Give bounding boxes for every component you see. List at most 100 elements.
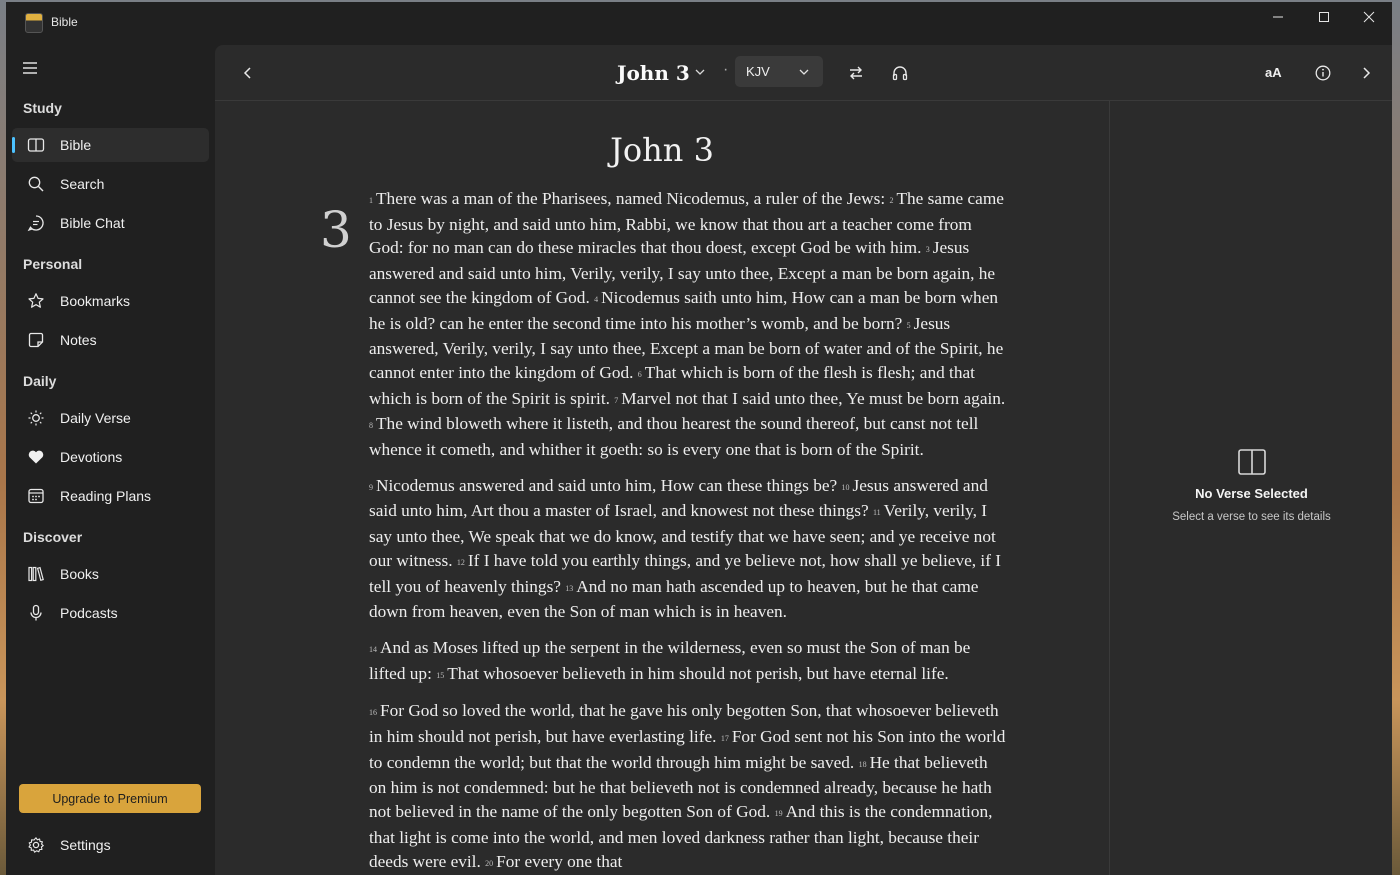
verse-number: 16 [369,708,377,718]
paragraph: 16 For God so loved the world, that he ga… [369,699,1007,875]
verse[interactable]: 15 That whosoever believeth in him should… [436,664,949,683]
minimize-button[interactable] [1255,2,1301,32]
minimize-icon [1273,16,1283,18]
title-bar: Bible [6,2,1392,42]
sidebar-item-label: Search [60,176,105,192]
paragraph: 1 There was a man of the Pharisees, named… [369,187,1007,462]
section-discover: Discover [23,529,83,545]
sidebar-item-label: Notes [60,332,97,348]
upgrade-premium-button[interactable]: Upgrade to Premium [19,784,201,813]
paragraph: 9 Nicodemus answered and said unto him, H… [369,474,1007,624]
verse-number: 4 [594,294,599,304]
compare-button[interactable] [845,62,867,84]
sidebar-item-label: Reading Plans [60,488,152,504]
verse-text: The wind bloweth where it listeth, and t… [369,414,979,460]
active-indicator [12,137,15,153]
heart-icon [28,450,44,464]
verse[interactable]: 7 Marvel not that I said unto thee, Ye mu… [614,389,1005,408]
star-icon [28,293,44,308]
library-icon [28,566,44,582]
sidebar-item-daily-verse[interactable]: Daily Verse [12,401,209,435]
verse[interactable]: 20 For every one that [485,852,622,871]
verse-number: 3 [925,245,930,255]
sidebar-item-notes[interactable]: Notes [12,323,209,357]
chapter-number: 3 [320,201,352,259]
maximize-button[interactable] [1301,2,1347,32]
info-button[interactable] [1312,62,1334,84]
chapter-heading: John 3 [610,131,714,169]
sidebar-item-bible[interactable]: Bible [12,128,209,162]
sidebar: Study Bible Search Bible Chat Personal B… [6,42,214,875]
paragraph: 14 And as Moses lifted up the serpent in … [369,636,1007,687]
chevron-left-icon [243,67,251,79]
version-value: KJV [746,64,770,79]
sidebar-item-search[interactable]: Search [12,167,209,201]
search-icon [28,176,44,192]
verse-text: That whosoever believeth in him should n… [447,663,949,683]
book-open-icon [27,138,45,152]
chevron-down-icon [799,69,809,75]
info-icon [1315,65,1331,81]
window-title: Bible [51,15,78,29]
verse-number: 9 [369,482,373,492]
sidebar-item-label: Bible Chat [60,215,125,231]
reading-pane[interactable]: John 3 3 1 There was a man of the Pharise… [215,101,1109,875]
calendar-icon [28,488,44,504]
section-personal: Personal [23,256,83,272]
previous-chapter-button[interactable] [237,62,259,84]
verse-number: 10 [841,482,850,492]
verse-number: 2 [889,196,894,205]
menu-icon[interactable] [21,60,39,76]
gear-icon [28,837,44,853]
verse-text: Marvel not that I said unto thee, Ye mus… [621,388,1006,408]
chat-icon [27,215,44,232]
headphones-icon [892,66,908,81]
next-chapter-button[interactable] [1355,62,1377,84]
verse-number: 17 [720,734,729,744]
version-dropdown[interactable]: KJV [735,56,823,87]
verse-number: 19 [774,809,783,819]
chevron-right-icon [1363,67,1371,79]
sidebar-item-settings[interactable]: Settings [12,828,209,862]
verse-details-pane: No Verse Selected Select a verse to see … [1109,101,1392,875]
close-button[interactable] [1346,2,1392,32]
verse[interactable]: 9 Nicodemus answered and said unto him, H… [369,476,837,495]
sidebar-item-label: Bible [60,137,92,153]
sun-icon [28,410,44,426]
main-panel: John 3 · KJV aA John 3 3 1 There was a m… [215,45,1392,875]
font-size-button[interactable]: aA [1265,65,1282,80]
sidebar-item-books[interactable]: Books [12,557,209,591]
chevron-down-icon[interactable] [693,65,707,79]
reader-toolbar: John 3 · KJV aA [215,45,1392,101]
verse-number: 11 [872,508,881,518]
verse-number: 1 [369,196,373,205]
audio-button[interactable] [889,62,911,84]
verse-number: 12 [456,557,465,567]
verse-number: 7 [614,395,619,405]
verse-text: There was a man of the Pharisees, named … [376,189,886,208]
note-icon [28,332,44,348]
app-window: Bible Study Bible Search Bible Chat Pers… [6,2,1392,875]
sidebar-item-devotions[interactable]: Devotions [12,440,209,474]
verse-number: 5 [906,320,911,330]
no-verse-hint: Select a verse to see its details [1172,511,1331,523]
sidebar-item-podcasts[interactable]: Podcasts [12,596,209,630]
book-chapter-selector[interactable]: John 3 [617,61,690,85]
verse-number: 18 [858,759,867,769]
verse-number: 15 [436,670,445,680]
verse-number: 14 [369,644,377,654]
verse[interactable]: 8 The wind bloweth where it listeth, and … [369,414,978,459]
verse-number: 13 [565,583,574,593]
sidebar-item-bible-chat[interactable]: Bible Chat [12,206,209,240]
sidebar-item-reading-plans[interactable]: Reading Plans [12,479,209,513]
sidebar-item-label: Bookmarks [60,293,131,309]
no-verse-title: No Verse Selected [1195,486,1308,501]
section-study: Study [23,100,62,116]
verse[interactable]: 1 There was a man of the Pharisees, named… [369,189,885,208]
maximize-icon [1319,12,1329,22]
sidebar-item-bookmarks[interactable]: Bookmarks [12,284,209,318]
separator-dot: · [723,61,729,78]
verse-text: For every one that [496,851,623,871]
sidebar-item-label: Settings [60,837,111,853]
chapter-text: 1 There was a man of the Pharisees, named… [369,187,1007,875]
